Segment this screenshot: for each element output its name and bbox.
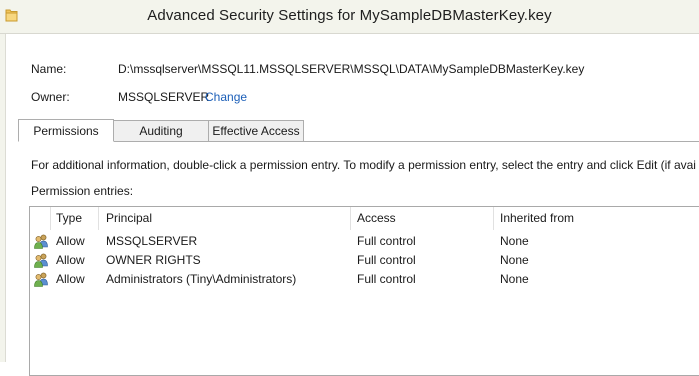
window-title: Advanced Security Settings for MySampleD… bbox=[147, 7, 552, 24]
column-header-principal[interactable]: Principal bbox=[106, 211, 152, 225]
change-owner-link[interactable]: Change bbox=[205, 90, 247, 104]
column-header-access[interactable]: Access bbox=[357, 211, 396, 225]
row-type: Allow bbox=[56, 253, 85, 267]
table-row[interactable]: Allow MSSQLSERVER Full control None bbox=[30, 232, 699, 251]
list-header: Type Principal Access Inherited from bbox=[30, 207, 699, 230]
tab-auditing[interactable]: Auditing bbox=[113, 120, 209, 142]
users-icon bbox=[33, 271, 49, 290]
row-type: Allow bbox=[56, 272, 85, 286]
users-icon bbox=[33, 252, 49, 271]
table-row[interactable]: Allow Administrators (Tiny\Administrator… bbox=[30, 270, 699, 289]
row-access: Full control bbox=[357, 272, 416, 286]
row-principal: OWNER RIGHTS bbox=[106, 253, 201, 267]
row-principal: Administrators (Tiny\Administrators) bbox=[106, 272, 297, 286]
tab-effective-access[interactable]: Effective Access bbox=[208, 120, 304, 142]
row-type: Allow bbox=[56, 234, 85, 248]
column-separator bbox=[50, 207, 51, 230]
row-access: Full control bbox=[357, 253, 416, 267]
owner-label: Owner: bbox=[31, 90, 70, 104]
column-separator bbox=[350, 207, 351, 230]
name-value: D:\mssqlserver\MSSQL11.MSSQLSERVER\MSSQL… bbox=[118, 62, 585, 76]
permission-entries-label: Permission entries: bbox=[31, 184, 134, 198]
row-inherited-from: None bbox=[500, 272, 529, 286]
tab-permissions[interactable]: Permissions bbox=[18, 119, 114, 142]
column-separator bbox=[493, 207, 494, 230]
row-access: Full control bbox=[357, 234, 416, 248]
row-inherited-from: None bbox=[500, 253, 529, 267]
column-header-type[interactable]: Type bbox=[56, 211, 82, 225]
row-inherited-from: None bbox=[500, 234, 529, 248]
owner-value: MSSQLSERVER bbox=[118, 90, 210, 104]
row-principal: MSSQLSERVER bbox=[106, 234, 198, 248]
info-text: For additional information, double-click… bbox=[31, 158, 696, 172]
tab-panel-border bbox=[18, 141, 699, 142]
title-bar[interactable]: Advanced Security Settings for MySampleD… bbox=[0, 0, 699, 34]
users-icon bbox=[33, 233, 49, 252]
table-row[interactable]: Allow OWNER RIGHTS Full control None bbox=[30, 251, 699, 270]
column-separator bbox=[98, 207, 99, 230]
window-frame bbox=[0, 34, 6, 362]
permission-entries-list[interactable]: Type Principal Access Inherited from All… bbox=[29, 206, 699, 376]
name-label: Name: bbox=[31, 62, 67, 76]
column-header-inherited-from[interactable]: Inherited from bbox=[500, 211, 574, 225]
